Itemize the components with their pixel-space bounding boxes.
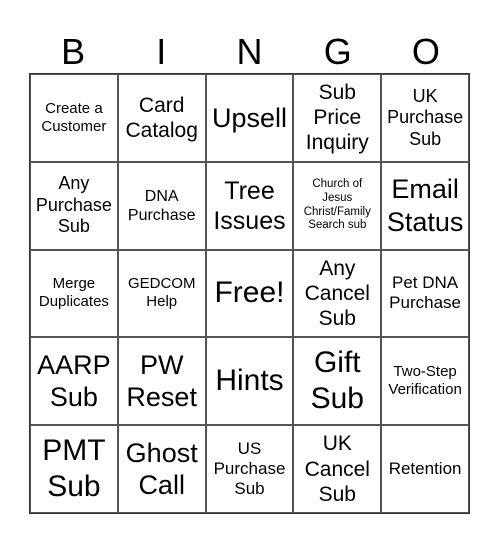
bingo-cell[interactable]: Hints (205, 337, 294, 426)
bingo-cell[interactable]: DNA Purchase (117, 161, 206, 250)
bingo-cell[interactable]: AARP Sub (30, 337, 118, 426)
bingo-cell[interactable]: Two-Step Verification (381, 337, 469, 426)
bingo-cell[interactable]: Sub Price Inquiry (293, 74, 382, 162)
bingo-cell[interactable]: Ghost Call (117, 425, 206, 513)
bingo-cell[interactable]: Retention (381, 425, 469, 513)
bingo-cell[interactable]: UK Purchase Sub (381, 74, 469, 162)
header-letter-o: O (411, 31, 440, 72)
bingo-cell[interactable]: Create a Customer (30, 74, 118, 162)
header-letter-b: B (61, 31, 86, 72)
bingo-cell[interactable]: Any Cancel Sub (293, 249, 382, 338)
bingo-cell[interactable]: US Purchase Sub (205, 425, 294, 513)
bingo-cell[interactable]: Any Purchase Sub (30, 161, 118, 250)
bingo-cell[interactable]: Card Catalog (117, 74, 206, 162)
bingo-cell[interactable]: Merge Duplicates (30, 249, 118, 338)
bingo-cell[interactable]: Pet DNA Purchase (381, 249, 469, 338)
header-letter-g: G (323, 31, 352, 72)
bingo-cell[interactable]: Upsell (205, 74, 294, 162)
header-letter-i: I (156, 31, 167, 72)
bingo-cell[interactable]: Gift Sub (293, 337, 382, 426)
bingo-cell[interactable]: Email Status (381, 161, 469, 250)
bingo-cell[interactable]: Church of Jesus Christ/Family Search sub (293, 161, 382, 250)
bingo-cell[interactable]: PW Reset (117, 337, 206, 426)
header-letter-n: N (236, 31, 263, 72)
bingo-cell[interactable]: Tree Issues (205, 161, 294, 250)
bingo-cell[interactable]: UK Cancel Sub (293, 425, 382, 513)
bingo-cell[interactable]: GEDCOM Help (117, 249, 206, 338)
free-space-cell[interactable]: Free! (205, 249, 294, 338)
bingo-cell[interactable]: PMT Sub (30, 425, 118, 513)
bingo-grid: Create a Customer Card Catalog Upsell Su… (29, 73, 470, 514)
bingo-header: B I N G O (29, 30, 470, 73)
